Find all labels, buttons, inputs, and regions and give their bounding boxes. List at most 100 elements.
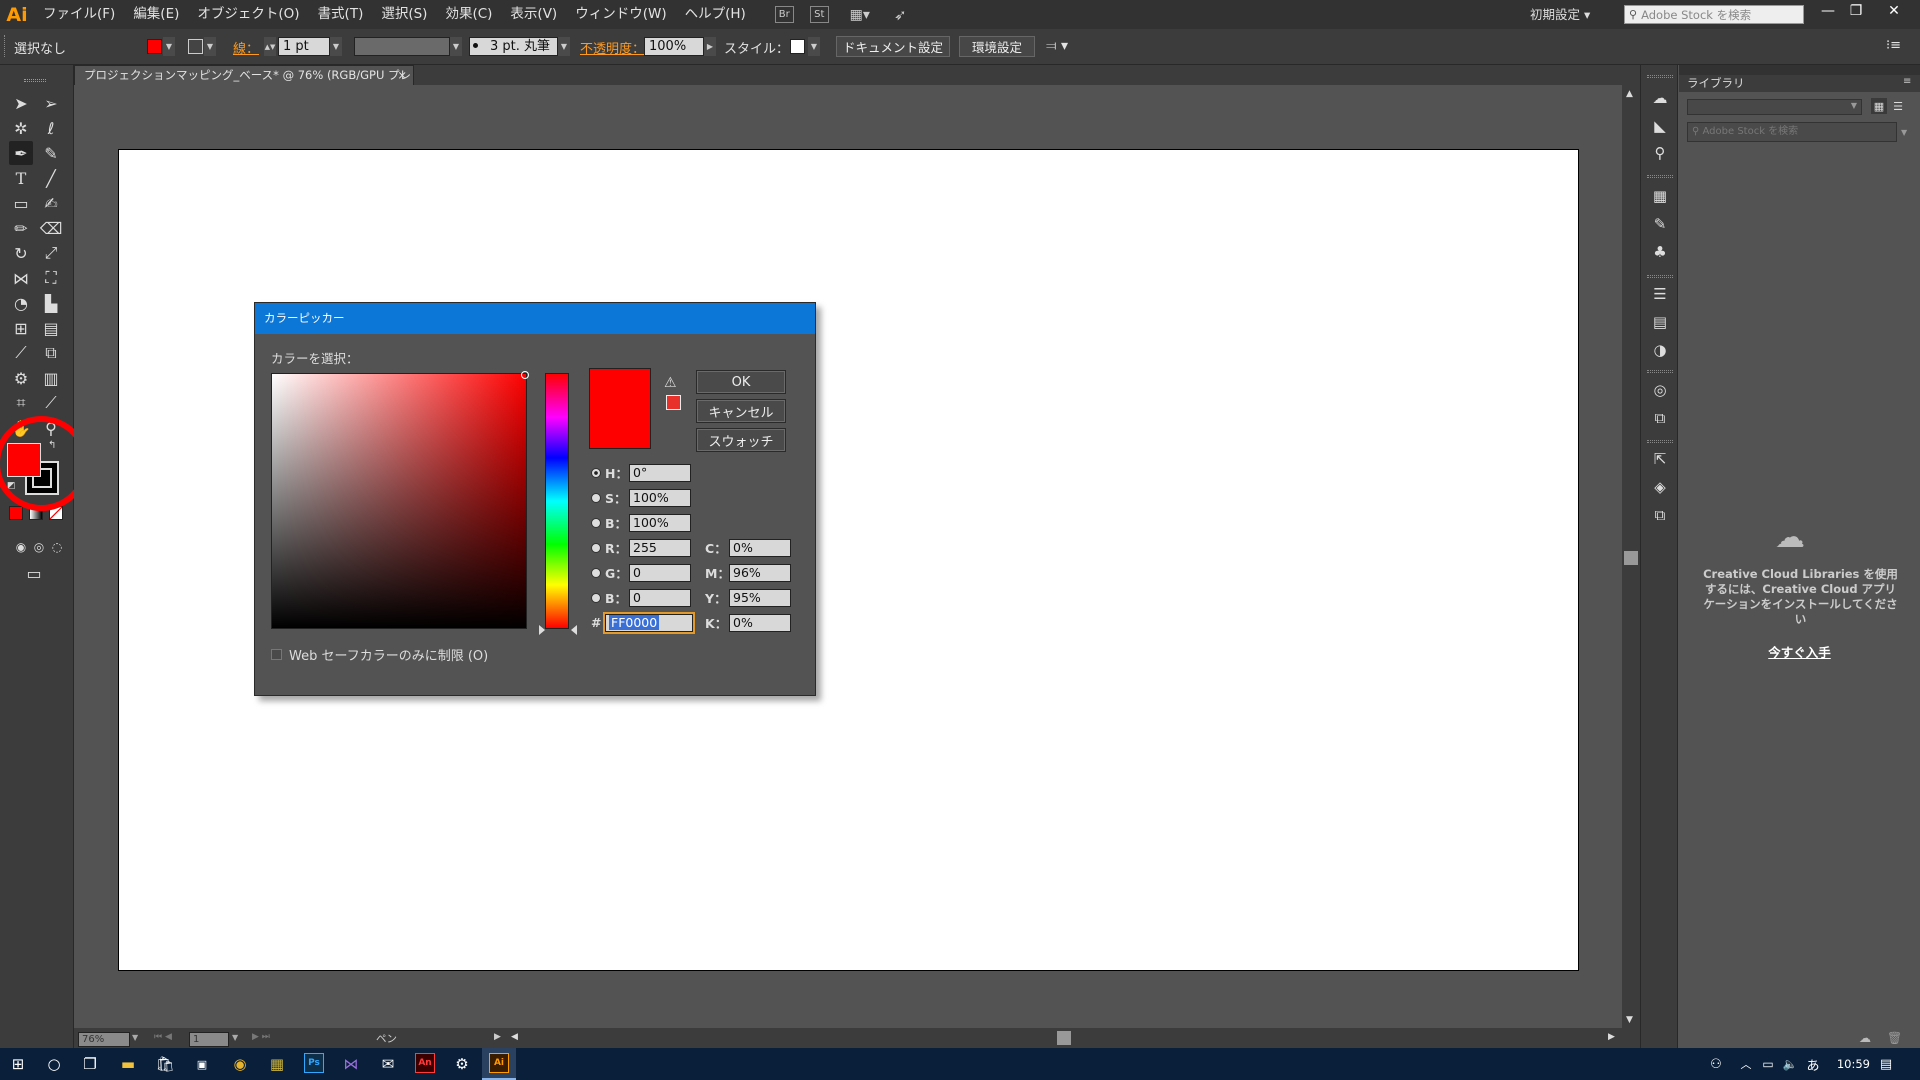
- scroll-right-icon[interactable]: ▶: [1608, 1032, 1615, 1042]
- libraries-panel-tab[interactable]: ライブラリ: [1679, 75, 1920, 92]
- preferences-button[interactable]: 環境設定: [959, 36, 1035, 57]
- menu-select[interactable]: 選択(S): [372, 0, 436, 29]
- artboards-panel-icon[interactable]: ⧉: [1649, 504, 1671, 526]
- menu-file[interactable]: ファイル(F): [34, 0, 124, 29]
- green-radio[interactable]: [591, 567, 601, 578]
- ok-button[interactable]: OK: [696, 370, 786, 394]
- free-transform-tool-icon[interactable]: ⛶: [39, 266, 63, 290]
- people-icon[interactable]: ⚇: [1702, 1052, 1730, 1076]
- menu-window[interactable]: ウィンドウ(W): [566, 0, 675, 29]
- menu-view[interactable]: 表示(V): [501, 0, 566, 29]
- photoshop-icon[interactable]: Ps: [304, 1053, 324, 1073]
- variable-width-field[interactable]: [354, 37, 450, 56]
- menu-object[interactable]: オブジェクト(O): [188, 0, 308, 29]
- layers-panel-icon[interactable]: ◈: [1649, 476, 1671, 498]
- shaper-tool-icon[interactable]: ✏: [9, 216, 33, 240]
- hue-slider-right-handle[interactable]: [571, 625, 577, 635]
- magic-wand-tool-icon[interactable]: ✲: [9, 116, 33, 140]
- arrange-documents-icon[interactable]: ▦▾: [845, 6, 875, 23]
- workspace-switcher[interactable]: 初期設定 ▾: [1530, 0, 1590, 29]
- swatches-panel-icon[interactable]: ▦: [1649, 185, 1671, 207]
- restore-icon[interactable]: ❐: [1842, 0, 1870, 22]
- mail-icon[interactable]: ✉: [374, 1052, 402, 1076]
- green-field[interactable]: 0: [629, 563, 691, 582]
- stroke-weight-dropdown-icon[interactable]: ▼: [330, 37, 342, 56]
- opacity-arrow-icon[interactable]: ▶: [704, 37, 716, 56]
- zoom-dropdown-icon[interactable]: ▼: [132, 1033, 138, 1042]
- brush-dropdown-icon[interactable]: ▼: [558, 37, 570, 56]
- align-options-icon[interactable]: ⫤ ▾: [1046, 38, 1068, 54]
- first-artboard-icon[interactable]: ⏮ ◀: [154, 1032, 172, 1042]
- scroll-down-icon[interactable]: ▼: [1626, 1015, 1633, 1025]
- properties-panel-icon[interactable]: ◣: [1649, 115, 1671, 137]
- perspective-grid-tool-icon[interactable]: ▙: [39, 291, 63, 315]
- document-setup-button[interactable]: ドキュメント設定: [836, 36, 950, 57]
- scroll-up-icon[interactable]: ▲: [1626, 89, 1633, 99]
- stroke-label[interactable]: 線：: [233, 38, 259, 57]
- visual-studio-icon[interactable]: ⋈: [337, 1052, 365, 1076]
- vertical-scroll-thumb[interactable]: [1624, 551, 1638, 565]
- search-scope-dropdown-icon[interactable]: ▼: [1901, 128, 1907, 137]
- graphic-styles-panel-icon[interactable]: ⧉: [1649, 407, 1671, 429]
- artboard-dropdown-icon[interactable]: ▼: [232, 1033, 238, 1042]
- illustrator-taskbar-button[interactable]: Ai: [482, 1048, 516, 1080]
- stroke-stepper-icon[interactable]: ▲▼: [264, 37, 276, 56]
- cloud-sync-icon[interactable]: ☁: [1859, 1031, 1871, 1045]
- artboard-tool-icon[interactable]: ⌗: [9, 391, 33, 415]
- cyan-field[interactable]: 0%: [729, 538, 791, 557]
- asset-export-icon[interactable]: ⚲: [1649, 142, 1671, 164]
- hue-slider-left-handle[interactable]: [539, 625, 545, 635]
- style-dropdown-icon[interactable]: ▼: [808, 37, 820, 56]
- brightness-radio[interactable]: [591, 517, 601, 528]
- hue-field[interactable]: 0°: [629, 463, 691, 482]
- eraser-tool-icon[interactable]: ⌫: [39, 216, 63, 240]
- panel-menu-icon[interactable]: ⁝≡: [1886, 38, 1901, 53]
- cortana-icon[interactable]: ○: [40, 1052, 68, 1076]
- draw-inside-icon[interactable]: ◌: [45, 535, 69, 559]
- magenta-field[interactable]: 96%: [729, 563, 791, 582]
- action-center-icon[interactable]: ▤: [1872, 1052, 1900, 1076]
- websafe-option[interactable]: Web セーフカラーのみに制限 (O): [271, 645, 488, 664]
- store-icon[interactable]: 🛍: [151, 1052, 179, 1076]
- style-swatch[interactable]: [790, 39, 805, 54]
- zoom-field[interactable]: 76%: [78, 1032, 130, 1047]
- blend-tool-icon[interactable]: ⧉: [39, 341, 63, 365]
- gpu-performance-icon[interactable]: ➶: [891, 6, 910, 24]
- dialog-title[interactable]: カラーピッカー: [255, 303, 815, 334]
- artboard-number-field[interactable]: 1: [189, 1032, 229, 1047]
- minimize-icon[interactable]: —: [1814, 0, 1842, 22]
- mesh-tool-icon[interactable]: ⊞: [9, 316, 33, 340]
- yellow-field[interactable]: 95%: [729, 588, 791, 607]
- pen-tool-icon[interactable]: ✒: [9, 141, 33, 165]
- export-panel-icon[interactable]: ⇱: [1649, 448, 1671, 470]
- scroll-left-icon[interactable]: ◀: [511, 1032, 518, 1042]
- grid-view-icon[interactable]: ▦: [1871, 98, 1887, 114]
- hex-field[interactable]: FF0000: [603, 611, 695, 634]
- blue-field[interactable]: 0: [629, 588, 691, 607]
- width-tool-icon[interactable]: ⋈: [9, 266, 33, 290]
- fill-swatch[interactable]: [147, 39, 162, 54]
- line-tool-icon[interactable]: ╱: [39, 166, 63, 190]
- blue-radio[interactable]: [591, 592, 601, 603]
- app-icon[interactable]: ▦: [263, 1052, 291, 1076]
- chrome-icon[interactable]: ◉: [226, 1052, 254, 1076]
- gradient-panel-icon[interactable]: ▤: [1649, 311, 1671, 333]
- menu-type[interactable]: 書式(T): [309, 0, 373, 29]
- menu-help[interactable]: ヘルプ(H): [676, 0, 755, 29]
- menu-effect[interactable]: 効果(C): [436, 0, 501, 29]
- slice-tool-icon[interactable]: ⟋: [39, 391, 63, 415]
- settings-gear-icon[interactable]: ⚙: [448, 1052, 476, 1076]
- direct-selection-tool-icon[interactable]: ➢: [39, 91, 63, 115]
- stroke-panel-icon[interactable]: ☰: [1649, 283, 1671, 305]
- gamut-correction-swatch[interactable]: [666, 395, 681, 410]
- symbol-sprayer-tool-icon[interactable]: ⚙: [9, 366, 33, 390]
- animate-icon[interactable]: An: [415, 1053, 435, 1073]
- stroke-swatch[interactable]: [188, 39, 203, 54]
- close-icon[interactable]: ✕: [1880, 0, 1908, 22]
- stock-search-input[interactable]: ⚲ Adobe Stock を検索: [1624, 5, 1804, 24]
- pc-app-icon[interactable]: ▣: [188, 1052, 216, 1076]
- get-now-link[interactable]: 今すぐ入手: [1679, 642, 1920, 661]
- shape-builder-tool-icon[interactable]: ◔: [9, 291, 33, 315]
- brushes-panel-icon[interactable]: ✎: [1649, 213, 1671, 235]
- selection-tool-icon[interactable]: ➤: [9, 91, 33, 115]
